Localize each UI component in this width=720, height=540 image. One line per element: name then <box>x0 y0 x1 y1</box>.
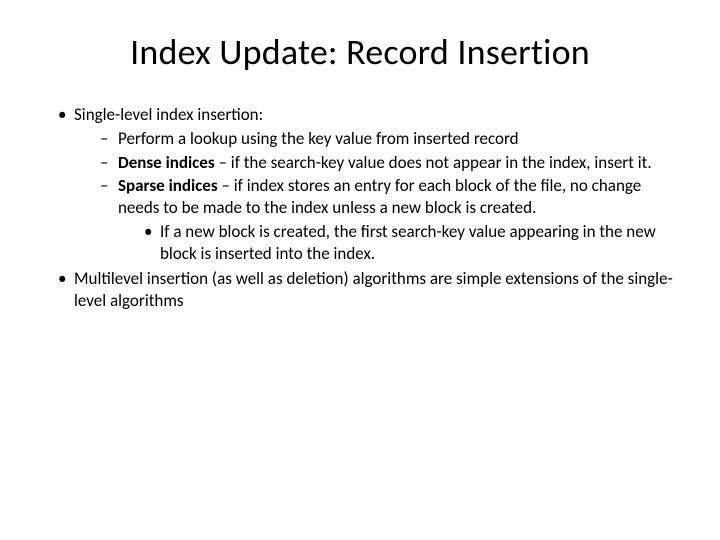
slide-title: Index Update: Record Insertion <box>40 30 680 74</box>
sub-sub-list: If a new block is created, the first sea… <box>118 221 680 265</box>
bold-term: Sparse indices <box>118 175 218 196</box>
bullet-item: Multilevel insertion (as well as deletio… <box>58 268 680 312</box>
sub-sub-item: If a new block is created, the first sea… <box>144 221 680 265</box>
sub-sub-text: If a new block is created, the first sea… <box>160 221 656 264</box>
slide: Index Update: Record Insertion Single-le… <box>0 0 720 540</box>
sub-item: Perform a lookup using the key value fro… <box>100 128 680 150</box>
bullet-list: Single-level index insertion: Perform a … <box>40 104 680 312</box>
sub-item: Sparse indices – if index stores an entr… <box>100 175 680 264</box>
sub-list: Perform a lookup using the key value fro… <box>74 128 680 265</box>
sub-text: Perform a lookup using the key value fro… <box>118 128 519 149</box>
bold-term: Dense indices <box>118 152 215 173</box>
bullet-item: Single-level index insertion: Perform a … <box>58 104 680 264</box>
sub-item: Dense indices – if the search-key value … <box>100 152 680 174</box>
sub-text: – if the search-key value does not appea… <box>215 152 652 173</box>
bullet-text: Multilevel insertion (as well as deletio… <box>74 268 673 311</box>
bullet-text: Single-level index insertion: <box>74 104 263 125</box>
